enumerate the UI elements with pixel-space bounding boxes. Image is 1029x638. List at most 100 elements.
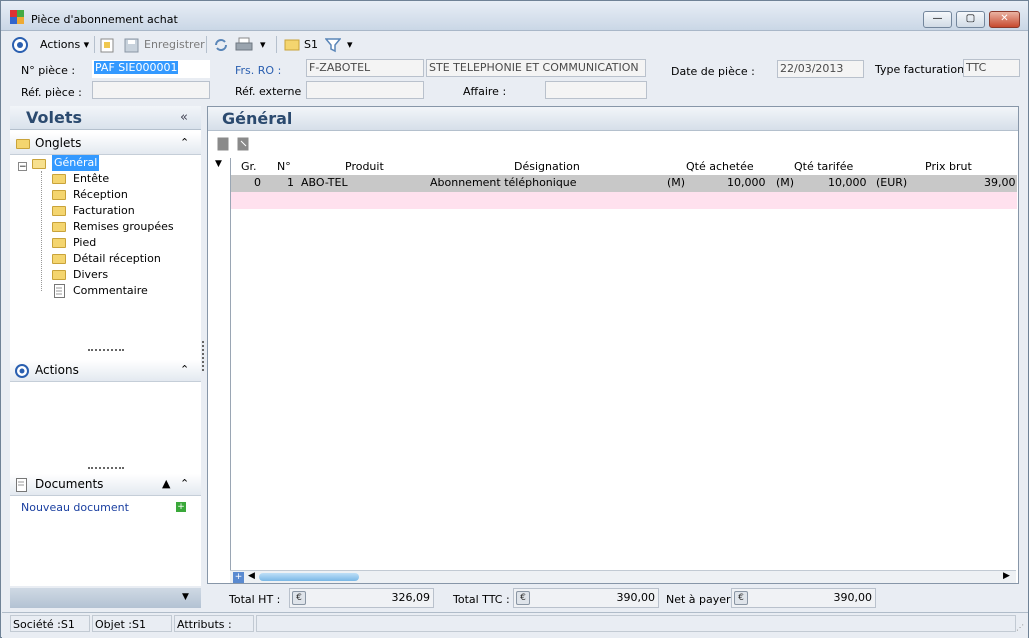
chevron-up-double-icon[interactable]: ⌃ xyxy=(180,477,189,490)
actions-circle-icon[interactable] xyxy=(12,37,28,53)
refresh-icon[interactable] xyxy=(213,37,229,53)
folder-icon xyxy=(52,174,66,184)
title-bar: Pièce d'abonnement achat — ▢ ✕ xyxy=(1,1,1028,31)
onglets-header[interactable]: Onglets ⌃ xyxy=(10,133,201,155)
panel-footer: ▼ xyxy=(10,588,201,608)
tree-item-reception[interactable]: Réception xyxy=(73,187,128,203)
documents-section-header[interactable]: Documents ▲ ⌃ xyxy=(10,474,201,496)
folder-icon xyxy=(16,139,30,149)
s1-label[interactable]: S1 xyxy=(304,36,318,54)
cell-gr: 0 xyxy=(254,176,261,189)
folder-icon xyxy=(52,222,66,232)
horizontal-scrollbar[interactable]: + ◀ ▶ xyxy=(230,570,1016,583)
chevron-up-double-icon[interactable]: ⌃ xyxy=(180,363,189,376)
column-header-produit[interactable]: Produit xyxy=(345,158,384,175)
num-piece-field[interactable]: PAF SIE000001 xyxy=(92,60,210,78)
ref-piece-field[interactable] xyxy=(92,81,210,99)
new-document-link[interactable]: Nouveau document xyxy=(21,501,129,514)
close-button[interactable]: ✕ xyxy=(989,11,1020,28)
status-empty xyxy=(256,615,1016,632)
frs-label[interactable]: Frs. RO : xyxy=(235,64,281,77)
tree-item-remises-groupees[interactable]: Remises groupées xyxy=(73,219,174,235)
chevron-up-icon[interactable]: ▲ xyxy=(162,477,170,490)
print-dropdown-icon[interactable]: ▾ xyxy=(260,36,266,54)
num-piece-label: N° pièce : xyxy=(21,64,76,77)
frs-code-field[interactable]: F-ZABOTEL xyxy=(306,59,424,77)
net-a-payer-label: Net à payer : xyxy=(666,593,738,606)
app-icon xyxy=(10,10,24,24)
total-ht-label: Total HT : xyxy=(229,593,281,606)
ref-externe-field[interactable] xyxy=(306,81,424,99)
folder-icon xyxy=(52,190,66,200)
tree-item-facturation[interactable]: Facturation xyxy=(73,203,135,219)
toolbar: Actions ▾ Enregistrer ▾ S1 ▾ xyxy=(2,32,1028,57)
type-facturation-field[interactable]: TTC xyxy=(963,59,1020,77)
cell-num: 1 xyxy=(287,176,294,189)
column-header-qte-achetee[interactable]: Qté achetée xyxy=(686,158,754,175)
tree-item-detail-reception[interactable]: Détail réception xyxy=(73,251,161,267)
actions-label: Actions xyxy=(40,38,81,51)
vertical-splitter-grip[interactable] xyxy=(202,341,204,371)
splitter-grip[interactable] xyxy=(88,467,124,469)
scrollbar-thumb[interactable] xyxy=(259,573,359,581)
chevron-up-double-icon[interactable]: ⌃ xyxy=(180,136,189,149)
add-icon[interactable]: + xyxy=(176,502,186,512)
column-header-gr[interactable]: Gr. xyxy=(241,158,257,175)
add-row-icon[interactable]: + xyxy=(233,572,244,583)
affaire-field[interactable] xyxy=(545,81,647,99)
save-button[interactable]: Enregistrer xyxy=(144,36,205,54)
tree-item-general[interactable]: Général xyxy=(52,155,100,171)
collapse-panel-icon[interactable]: « xyxy=(180,110,188,125)
actions-menu-button[interactable]: Actions ▾ xyxy=(40,36,89,54)
total-ttc-label: Total TTC : xyxy=(453,593,510,606)
folder-icon xyxy=(52,206,66,216)
actions-circle-icon xyxy=(15,364,29,378)
tree-item-divers[interactable]: Divers xyxy=(73,267,108,283)
net-a-payer-value: 390,00 xyxy=(833,591,873,604)
cell-qte-tarifee: 10,000 xyxy=(828,176,867,189)
volets-title: Volets xyxy=(26,108,83,127)
tree-item-commentaire[interactable]: Commentaire xyxy=(73,283,148,299)
filter-icon[interactable] xyxy=(325,37,341,53)
insert-row-icon[interactable] xyxy=(217,137,229,151)
column-header-num[interactable]: N° xyxy=(277,158,291,175)
euro-icon: € xyxy=(292,591,306,605)
type-facturation-label: Type facturation : xyxy=(875,63,972,76)
lines-grid: Gr. N° Produit Désignation Qté achetée Q… xyxy=(230,158,1017,570)
cell-prix-brut: 39,00 xyxy=(984,176,1016,189)
column-header-prix-brut[interactable]: Prix brut xyxy=(925,158,972,175)
document-icon xyxy=(54,284,65,298)
page-title: Général xyxy=(222,109,293,128)
total-ttc-value: 390,00 xyxy=(616,591,656,604)
column-header-qte-tarifee[interactable]: Qté tarifée xyxy=(794,158,853,175)
minimize-button[interactable]: — xyxy=(923,11,952,28)
documents-section-title: Documents xyxy=(35,477,104,491)
tree-collapse-icon[interactable]: − xyxy=(18,162,27,172)
chevron-down-icon[interactable]: ▼ xyxy=(182,592,189,602)
cell-qte-achetee: 10,000 xyxy=(727,176,766,189)
date-field[interactable]: 22/03/2013 xyxy=(777,60,864,78)
scroll-right-icon[interactable]: ▶ xyxy=(1003,571,1010,581)
ref-externe-label: Réf. externe : xyxy=(235,85,309,98)
tree-item-pied[interactable]: Pied xyxy=(73,235,96,251)
column-header-designation[interactable]: Désignation xyxy=(514,158,580,175)
actions-section-title: Actions xyxy=(35,363,79,377)
general-header: Général xyxy=(208,107,1018,131)
new-document-icon[interactable] xyxy=(100,38,114,53)
status-objet: Objet :S1 xyxy=(92,615,172,632)
tree-item-entete[interactable]: Entête xyxy=(73,171,109,187)
total-ht-field: €326,09 xyxy=(289,588,434,608)
column-menu-icon[interactable]: ▼ xyxy=(215,159,222,169)
table-row[interactable]: 0 1 ABO-TEL Abonnement téléphonique (M) … xyxy=(231,175,1017,192)
print-icon[interactable] xyxy=(235,37,253,53)
splitter-grip[interactable] xyxy=(88,349,124,351)
maximize-button[interactable]: ▢ xyxy=(956,11,985,28)
filter-dropdown-icon[interactable]: ▾ xyxy=(347,36,353,54)
actions-section-header[interactable]: Actions ⌃ xyxy=(10,360,201,382)
left-panel: Volets « Onglets ⌃ − Général Entête Réce… xyxy=(10,106,201,586)
delete-row-icon[interactable] xyxy=(237,137,249,151)
folder-icon xyxy=(52,270,66,280)
new-row[interactable] xyxy=(231,192,1017,209)
scroll-left-icon[interactable]: ◀ xyxy=(248,571,255,581)
resize-grip-icon[interactable]: ⋰ xyxy=(1016,623,1024,632)
